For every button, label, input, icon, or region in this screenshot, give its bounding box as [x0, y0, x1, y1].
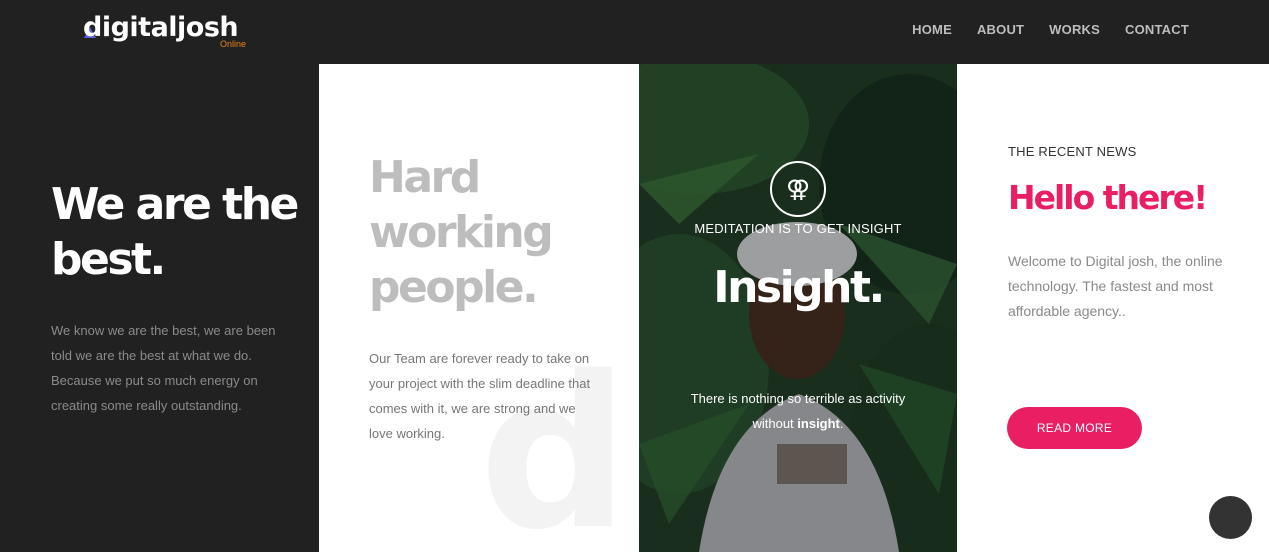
hardworking-text: Our Team are forever ready to take on yo…: [369, 351, 591, 441]
floating-action-button[interactable]: [1209, 496, 1252, 539]
column-insight: ⚢ MEDITATION IS TO GET INSIGHT Insight. …: [639, 64, 957, 552]
column-news: THE RECENT NEWS Hello there! Welcome to …: [957, 64, 1269, 552]
logo-subtext: Online: [220, 39, 247, 49]
insight-subtitle: MEDITATION IS TO GET INSIGHT: [694, 221, 902, 236]
hardworking-heading: Hard working people.: [369, 150, 629, 315]
best-heading: We are the best.: [51, 177, 301, 287]
hardworking-heading-line2: working: [369, 207, 554, 258]
nav-works[interactable]: WORKS: [1049, 22, 1100, 37]
main-nav: HOME ABOUT WORKS CONTACT: [912, 22, 1189, 37]
news-text: Welcome to Digital josh, the online tech…: [1008, 253, 1223, 319]
insight-heading: Insight.: [713, 262, 885, 313]
best-heading-line2: best.: [51, 234, 166, 285]
nav-home[interactable]: HOME: [912, 22, 952, 37]
gender-icon: ⚢: [770, 161, 826, 217]
column-best: We are the best. We know we are the best…: [0, 64, 319, 552]
nav-about[interactable]: ABOUT: [977, 22, 1024, 37]
hardworking-heading-line1: Hard: [369, 152, 481, 203]
news-label: THE RECENT NEWS: [1008, 144, 1137, 159]
read-more-button[interactable]: READ MORE: [1007, 407, 1142, 449]
logo[interactable]: digitaljosh Online: [83, 10, 263, 54]
best-heading-line1: We are the: [51, 179, 299, 230]
site-header: digitaljosh Online HOME ABOUT WORKS CONT…: [0, 0, 1269, 64]
logo-text: digitaljosh: [83, 12, 239, 43]
hardworking-heading-line3: people.: [369, 262, 539, 313]
nav-contact[interactable]: CONTACT: [1125, 22, 1189, 37]
column-hardworking: di Hard working people. Our Team are for…: [319, 64, 639, 552]
insight-text-bold: insight: [797, 416, 840, 431]
best-text: We know we are the best, we are been tol…: [51, 323, 276, 413]
insight-text-suffix: .: [839, 416, 844, 431]
insight-text: There is nothing so terrible as activity…: [683, 386, 913, 436]
news-heading: Hello there!: [1008, 178, 1208, 217]
